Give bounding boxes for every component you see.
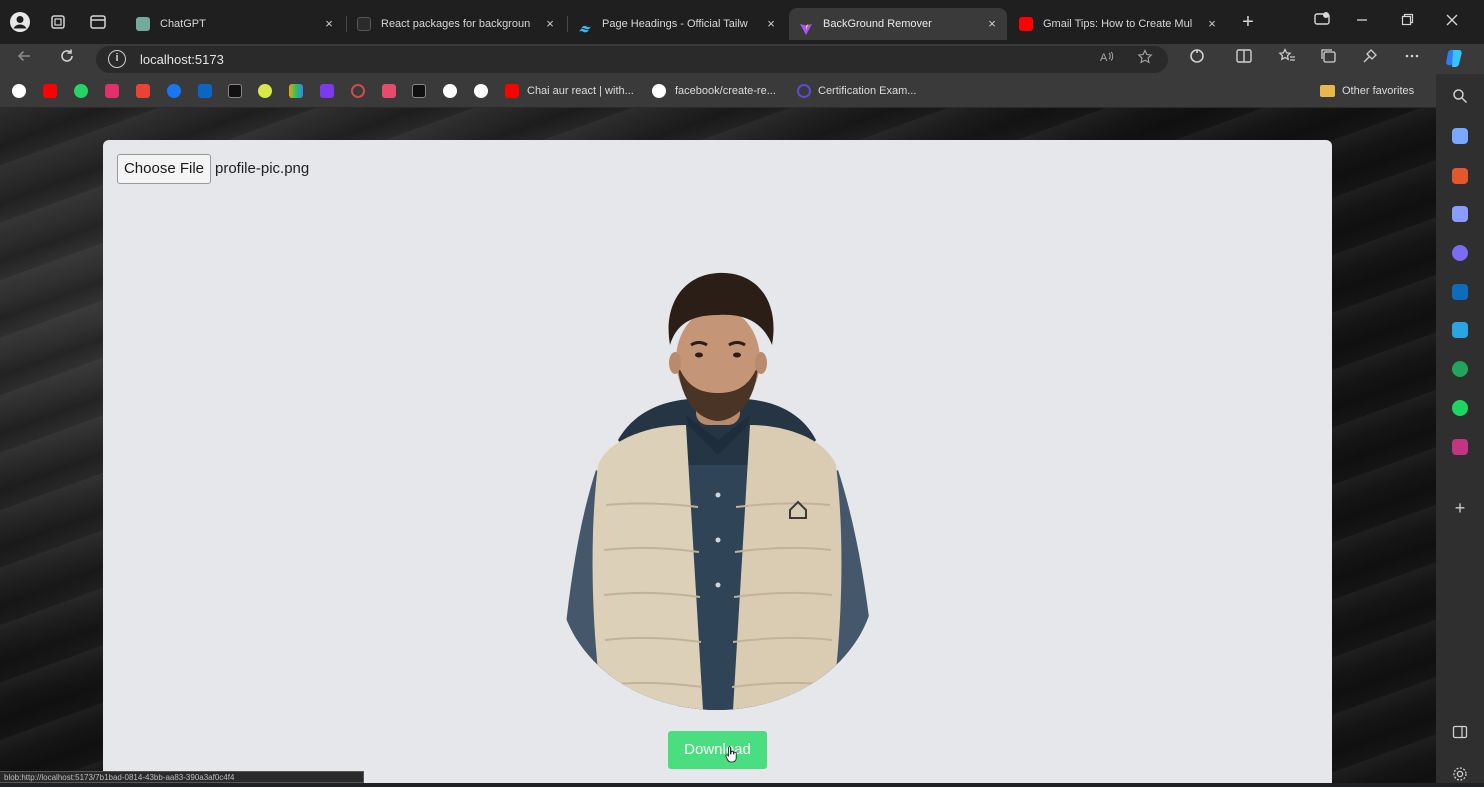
close-icon[interactable]: × <box>543 8 557 40</box>
search-icon[interactable] <box>1452 88 1468 104</box>
profile-icon[interactable] <box>9 11 31 33</box>
settings-gear-icon[interactable] <box>1452 766 1468 782</box>
twitch-icon[interactable] <box>320 84 334 98</box>
browser-essentials-icon[interactable] <box>1358 47 1382 71</box>
back-arrow-icon[interactable] <box>12 47 36 71</box>
choose-file-button[interactable]: Choose File <box>117 154 211 184</box>
copilot-designer-icon[interactable] <box>1452 245 1468 261</box>
toolbox-icon[interactable] <box>1452 168 1468 184</box>
tab-gmail-tips[interactable]: Gmail Tips: How to Create Mul × <box>1009 8 1227 40</box>
bookmarks-bar: Chai aur react | with... facebook/create… <box>0 74 1436 108</box>
google-icon[interactable] <box>12 84 26 98</box>
tab-strip: ChatGPT × React packages for backgroun ×… <box>0 0 1484 44</box>
address-url[interactable]: localhost:5173 <box>140 46 224 73</box>
tree-icon[interactable] <box>1452 361 1468 377</box>
bookmark-facebook-create-react[interactable]: facebook/create-re... <box>675 74 776 108</box>
close-icon[interactable]: × <box>764 8 778 40</box>
instagram-icon[interactable] <box>1452 439 1468 455</box>
favorites-icon[interactable] <box>1275 47 1299 71</box>
tab-actions-icon[interactable] <box>87 11 109 33</box>
star-favorite-icon[interactable] <box>1134 49 1156 71</box>
vite-favicon-icon <box>799 17 813 35</box>
background-remover-card: Choose File profile-pic.png Download <box>103 140 1332 783</box>
spotify-icon[interactable] <box>1452 400 1468 416</box>
workspaces-icon[interactable] <box>47 11 69 33</box>
add-sidebar-app-icon[interactable]: + <box>1450 498 1470 518</box>
tailwind-favicon-icon <box>578 17 592 33</box>
address-bar[interactable]: i localhost:5173 A <box>96 46 1168 73</box>
close-icon[interactable]: × <box>985 8 999 40</box>
tab-title: Gmail Tips: How to Create Mul <box>1043 18 1193 30</box>
facebook-icon[interactable] <box>167 84 181 98</box>
split-screen-icon[interactable] <box>1232 47 1256 71</box>
tennis-ball-icon[interactable] <box>258 84 272 98</box>
adobe-icon[interactable] <box>228 84 242 98</box>
tab-react-packages[interactable]: React packages for backgroun × <box>347 8 565 40</box>
site-info-icon[interactable]: i <box>108 50 126 68</box>
bookmark-certification-exam[interactable]: Certification Exam... <box>818 74 916 108</box>
copilot-icon[interactable] <box>1442 47 1466 71</box>
linkedin-icon[interactable] <box>198 84 212 98</box>
status-bar-url: blob:http://localhost:5173/7b1bad-0814-4… <box>0 771 364 783</box>
collections-icon[interactable] <box>1316 47 1340 71</box>
github-icon[interactable] <box>652 84 666 98</box>
minimize-icon[interactable] <box>1350 10 1374 34</box>
tab-chatgpt[interactable]: ChatGPT × <box>126 8 344 40</box>
tab-tailwind[interactable]: Page Headings - Official Tailw × <box>568 8 786 40</box>
processed-image <box>558 265 876 710</box>
read-aloud-icon[interactable]: A <box>1096 49 1118 71</box>
sidebar-layout-icon[interactable] <box>1452 724 1468 740</box>
medium-icon[interactable] <box>412 84 426 98</box>
navigation-bar: i localhost:5173 A <box>0 44 1484 74</box>
other-favorites[interactable]: Other favorites <box>1342 74 1414 108</box>
close-icon[interactable]: × <box>1205 8 1219 40</box>
refresh-icon[interactable] <box>55 47 79 71</box>
youtube-icon[interactable] <box>505 84 519 98</box>
bars-icon[interactable] <box>289 84 303 98</box>
restore-icon[interactable] <box>1395 10 1419 34</box>
edge-sidebar: + <box>1436 74 1484 783</box>
youtube-icon[interactable] <box>43 84 57 98</box>
hand-cursor-icon <box>725 746 737 763</box>
more-menu-icon[interactable] <box>1400 47 1424 71</box>
window-close-icon[interactable] <box>1440 10 1464 34</box>
tab-background-remover[interactable]: BackGround Remover × <box>789 8 1007 40</box>
ring-icon[interactable] <box>351 84 365 98</box>
selected-file-name: profile-pic.png <box>215 160 310 177</box>
close-icon[interactable]: × <box>322 8 336 40</box>
copilot-shortcut-icon[interactable] <box>1310 10 1334 34</box>
tab-title: ChatGPT <box>160 18 206 30</box>
bookmark-chai-aur-react[interactable]: Chai aur react | with... <box>527 74 634 108</box>
svg-text:A: A <box>1100 52 1108 64</box>
instagram-icon[interactable] <box>105 84 119 98</box>
shopping-tag-icon[interactable] <box>1452 128 1468 144</box>
people-icon[interactable] <box>1452 206 1468 222</box>
chatgpt-favicon-icon <box>136 17 150 31</box>
whatsapp-icon[interactable] <box>74 84 88 98</box>
certification-icon[interactable] <box>797 84 811 98</box>
gmail-icon[interactable] <box>136 84 150 98</box>
folder-icon <box>1320 85 1335 97</box>
new-tab-button[interactable]: + <box>1237 11 1259 33</box>
page-viewport: Choose File profile-pic.png Download <box>0 108 1436 783</box>
outlook-icon[interactable] <box>1452 284 1468 300</box>
extensions-refresh-icon[interactable] <box>1185 47 1209 71</box>
tab-title: Page Headings - Official Tailw <box>602 18 748 30</box>
search-favicon-icon <box>357 17 371 31</box>
whiteboard-icon[interactable] <box>1452 322 1468 338</box>
github-icon[interactable] <box>474 84 488 98</box>
github-icon[interactable] <box>443 84 457 98</box>
download-button[interactable]: Download <box>668 731 767 769</box>
tab-title: React packages for backgroun <box>381 18 531 30</box>
browser-window: ChatGPT × React packages for backgroun ×… <box>0 0 1484 783</box>
tab-title: BackGround Remover <box>823 18 932 30</box>
heart-app-icon[interactable] <box>382 84 396 98</box>
youtube-favicon-icon <box>1019 17 1033 31</box>
